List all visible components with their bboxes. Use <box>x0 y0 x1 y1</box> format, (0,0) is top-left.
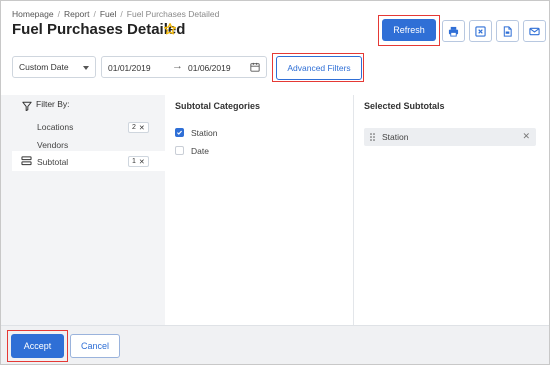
close-icon[interactable]: ✕ <box>139 124 145 132</box>
star-outline-icon[interactable] <box>163 22 177 36</box>
badge-count: 1 <box>132 158 136 165</box>
pdf-export-button[interactable] <box>496 20 519 42</box>
subtotal-categories-title: Subtotal Categories <box>175 101 261 111</box>
locations-count-badge[interactable]: 2 ✕ <box>128 122 149 133</box>
date-range-type-select[interactable]: Custom Date <box>12 56 96 78</box>
accept-button[interactable]: Accept <box>11 334 64 358</box>
date-to-value[interactable]: 01/06/2019 <box>188 63 231 73</box>
sidebar-item-label: Vendors <box>37 140 69 150</box>
subtotal-icon <box>21 156 32 166</box>
date-checkbox[interactable] <box>175 146 184 155</box>
date-range-input[interactable]: 01/01/2019 → 01/06/2019 <box>101 56 267 78</box>
breadcrumb-separator: / <box>93 9 96 19</box>
page-title: Fuel Purchases Detailed <box>12 21 186 38</box>
sidebar-item-subtotal[interactable]: Subtotal <box>37 157 68 167</box>
breadcrumb-report[interactable]: Report <box>64 9 90 19</box>
refresh-button[interactable]: Refresh <box>382 19 436 41</box>
checkmark-icon <box>177 130 183 135</box>
chevron-down-icon <box>83 66 89 70</box>
selected-subtotal-chip[interactable]: Station ✕ <box>364 128 536 146</box>
date-from-value[interactable]: 01/01/2019 <box>108 63 151 73</box>
sidebar-item-vendors[interactable]: Vendors <box>37 140 68 150</box>
print-icon <box>448 26 459 37</box>
advanced-filters-button[interactable]: Advanced Filters <box>276 56 362 80</box>
arrow-right-icon: → <box>172 60 183 72</box>
remove-icon[interactable]: ✕ <box>522 131 530 142</box>
date-checkbox-label[interactable]: Date <box>191 146 209 156</box>
selected-subtotals-title: Selected Subtotals <box>364 101 445 111</box>
email-icon <box>529 27 540 35</box>
sidebar-item-label: Subtotal <box>37 157 69 167</box>
sidebar-item-label: Locations <box>37 122 74 132</box>
breadcrumb-homepage[interactable]: Homepage <box>12 9 54 19</box>
excel-export-icon <box>475 25 486 37</box>
filter-by-heading: Filter By: <box>36 99 70 109</box>
sidebar-item-locations[interactable]: Locations <box>37 122 73 132</box>
station-checkbox[interactable] <box>175 128 184 137</box>
subtotal-count-badge[interactable]: 1 ✕ <box>128 156 149 167</box>
close-icon[interactable]: ✕ <box>139 158 145 166</box>
column-divider <box>353 95 354 325</box>
report-window: Homepage / Report / Fuel / Fuel Purchases Deta… <box>0 0 550 365</box>
breadcrumb: Homepage / Report / Fuel / Fuel Purchases Deta… <box>12 9 219 19</box>
date-range-type-value: Custom Date <box>19 62 69 72</box>
calendar-icon[interactable] <box>250 62 260 72</box>
breadcrumb-separator: / <box>120 9 123 19</box>
station-checkbox-label[interactable]: Station <box>191 128 217 138</box>
breadcrumb-current: Fuel Purchases Detailed <box>126 9 220 19</box>
print-button[interactable] <box>442 20 465 42</box>
excel-export-button[interactable] <box>469 20 492 42</box>
breadcrumb-separator: / <box>57 9 60 19</box>
drag-handle-icon[interactable] <box>370 133 375 141</box>
filter-icon <box>22 101 32 111</box>
pdf-export-icon <box>503 25 512 37</box>
cancel-button[interactable]: Cancel <box>70 334 120 358</box>
breadcrumb-fuel[interactable]: Fuel <box>100 9 117 19</box>
email-button[interactable] <box>523 20 546 42</box>
selected-subtotal-label: Station <box>382 132 409 142</box>
badge-count: 2 <box>132 124 136 131</box>
